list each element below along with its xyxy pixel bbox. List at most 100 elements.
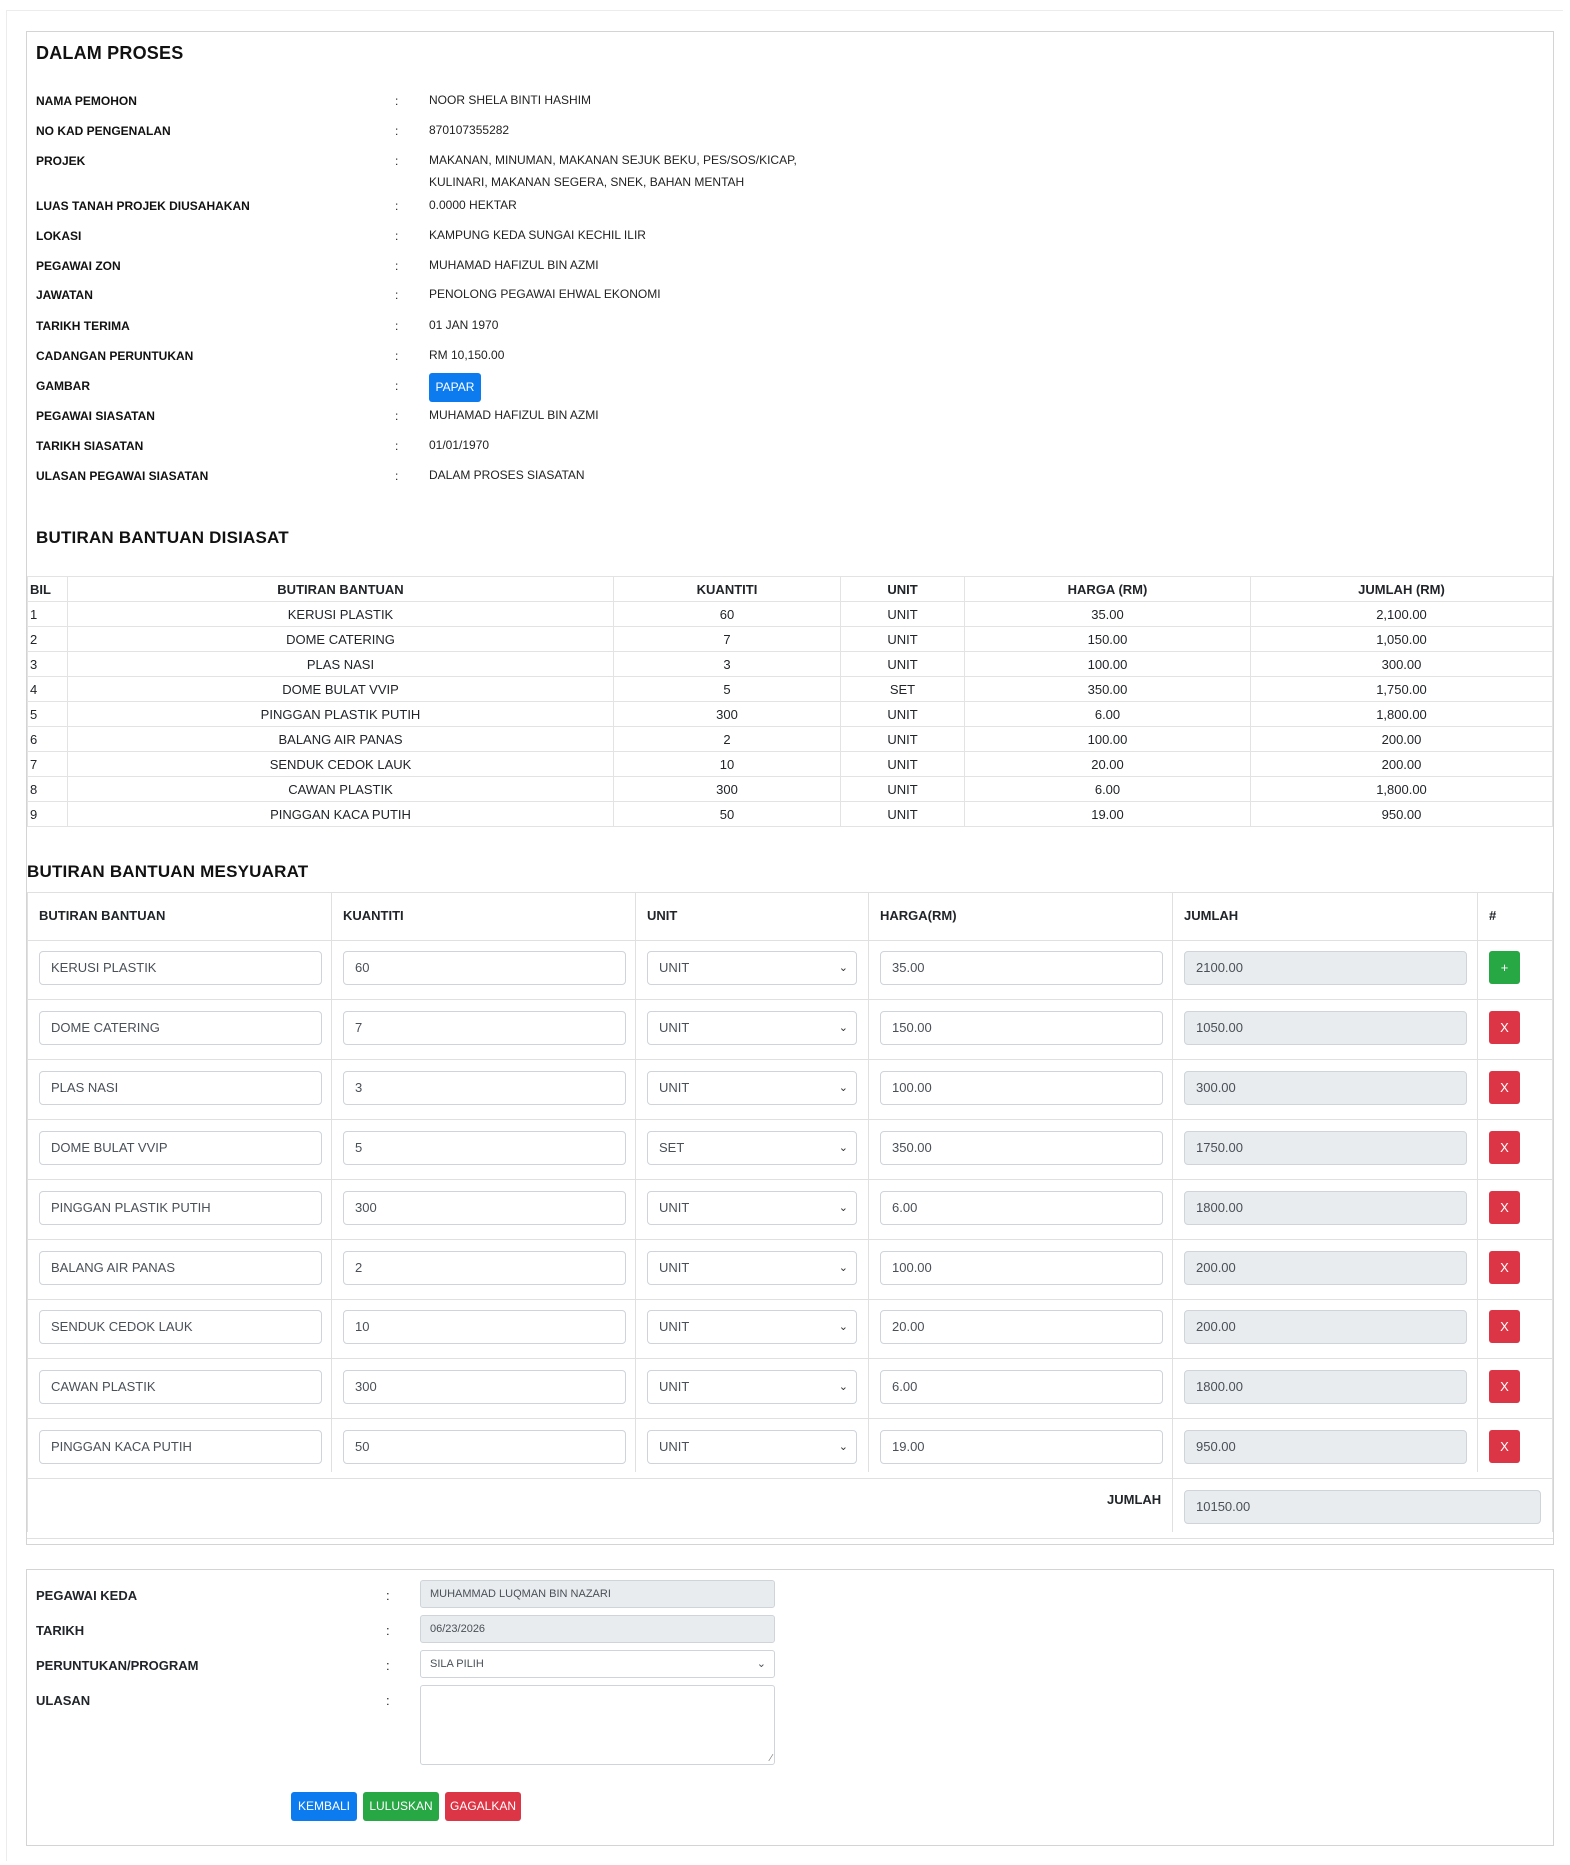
unit-select[interactable]: UNIT ⌄ bbox=[647, 1430, 857, 1465]
chevron-down-icon: ⌄ bbox=[838, 1081, 848, 1094]
resize-handle-icon[interactable]: ∕ bbox=[770, 1754, 772, 1764]
price-input[interactable]: 100.00 bbox=[880, 1070, 1163, 1105]
quantity-input[interactable]: 3 bbox=[343, 1070, 626, 1105]
quantity-input[interactable]: 300 bbox=[343, 1190, 626, 1225]
ulasan-textarea[interactable]: ∕ bbox=[420, 1685, 775, 1765]
cell-butiran: KERUSI PLASTIK bbox=[67, 601, 614, 627]
price-input[interactable]: 6.00 bbox=[880, 1190, 1163, 1225]
remove-row-button[interactable]: X bbox=[1489, 1250, 1520, 1284]
info-value: 01 JAN 1970 bbox=[429, 318, 499, 332]
colon: : bbox=[395, 409, 399, 423]
item-input[interactable]: PINGGAN KACA PUTIH bbox=[39, 1430, 322, 1465]
colon: : bbox=[395, 229, 399, 243]
tarikh-label: TARIKH bbox=[36, 1623, 85, 1638]
cell-unit: UNIT bbox=[840, 701, 965, 727]
remove-row-button[interactable]: X bbox=[1489, 1370, 1520, 1404]
item-input[interactable]: DOME CATERING bbox=[39, 1010, 322, 1045]
remove-row-button[interactable]: X bbox=[1489, 1010, 1520, 1044]
total-field[interactable]: 2100.00 bbox=[1184, 951, 1467, 985]
unit-select[interactable]: UNIT ⌄ bbox=[647, 1370, 857, 1405]
cell-harga: 150.00 bbox=[964, 626, 1251, 652]
remove-row-button[interactable]: X bbox=[1489, 1430, 1520, 1464]
total-field[interactable]: 200.00 bbox=[1184, 1250, 1467, 1285]
total-field[interactable]: 200.00 bbox=[1184, 1310, 1467, 1345]
total-field[interactable]: 300.00 bbox=[1184, 1070, 1467, 1105]
cell-kuantiti: 300 bbox=[613, 776, 841, 802]
total-field[interactable]: 1750.00 bbox=[1184, 1130, 1467, 1165]
item-input[interactable]: KERUSI PLASTIK bbox=[39, 951, 322, 985]
cell-jumlah: 1,750.00 bbox=[1250, 676, 1553, 702]
total-field[interactable]: 1800.00 bbox=[1184, 1370, 1467, 1405]
cell-unit: SET bbox=[840, 676, 965, 702]
unit-select-value: UNIT bbox=[659, 960, 690, 975]
remove-row-button[interactable]: X bbox=[1489, 1190, 1520, 1224]
price-input[interactable]: 150.00 bbox=[880, 1010, 1163, 1045]
unit-select[interactable]: UNIT ⌄ bbox=[647, 1310, 857, 1345]
table-row: PLAS NASI 3 UNIT ⌄ 100.00 300.00 X bbox=[27, 1060, 1553, 1120]
unit-select[interactable]: SET ⌄ bbox=[647, 1130, 857, 1165]
price-input[interactable]: 6.00 bbox=[880, 1370, 1163, 1405]
unit-select[interactable]: UNIT ⌄ bbox=[647, 951, 857, 985]
col-unit: UNIT bbox=[840, 576, 965, 602]
item-input[interactable]: PLAS NASI bbox=[39, 1070, 322, 1105]
price-input[interactable]: 20.00 bbox=[880, 1310, 1163, 1345]
quantity-input[interactable]: 7 bbox=[343, 1010, 626, 1045]
table-row: 7 SENDUK CEDOK LAUK 10 UNIT 20.00 200.00 bbox=[27, 751, 1553, 777]
unit-select[interactable]: UNIT ⌄ bbox=[647, 1190, 857, 1225]
info-label: LOKASI bbox=[36, 229, 82, 243]
info-value: 0.0000 HEKTAR bbox=[429, 198, 517, 212]
quantity-input[interactable]: 50 bbox=[343, 1430, 626, 1465]
remove-row-button[interactable]: X bbox=[1489, 1070, 1520, 1104]
item-input[interactable]: SENDUK CEDOK LAUK bbox=[39, 1310, 322, 1345]
approve-button[interactable]: LULUSKAN bbox=[363, 1792, 439, 1821]
add-row-button[interactable]: + bbox=[1489, 951, 1520, 984]
cell-kuantiti: 3 bbox=[613, 651, 841, 677]
item-input[interactable]: DOME BULAT VVIP bbox=[39, 1130, 322, 1165]
info-value: PENOLONG PEGAWAI EHWAL EKONOMI bbox=[429, 287, 661, 301]
cell-unit: UNIT bbox=[840, 726, 965, 752]
cell-kuantiti: 7 bbox=[613, 626, 841, 652]
quantity-input[interactable]: 5 bbox=[343, 1130, 626, 1165]
quantity-input[interactable]: 10 bbox=[343, 1310, 626, 1345]
total-field[interactable]: 950.00 bbox=[1184, 1430, 1467, 1465]
price-input[interactable]: 35.00 bbox=[880, 951, 1163, 985]
price-input[interactable]: 350.00 bbox=[880, 1130, 1163, 1165]
price-input[interactable]: 19.00 bbox=[880, 1430, 1163, 1465]
pegawai-keda-field[interactable]: MUHAMMAD LUQMAN BIN NAZARI bbox=[420, 1580, 775, 1608]
table-row: KERUSI PLASTIK 60 UNIT ⌄ 35.00 2100.00 + bbox=[27, 940, 1553, 1000]
program-select-value: SILA PILIH bbox=[430, 1658, 484, 1670]
unit-select[interactable]: UNIT ⌄ bbox=[647, 1070, 857, 1105]
quantity-input[interactable]: 2 bbox=[343, 1250, 626, 1285]
remove-row-button[interactable]: X bbox=[1489, 1310, 1520, 1344]
unit-select[interactable]: UNIT ⌄ bbox=[647, 1010, 857, 1045]
papar-button[interactable]: PAPAR bbox=[429, 373, 481, 402]
tarikh-field[interactable]: 06/23/2026 bbox=[420, 1615, 775, 1643]
colon: : bbox=[386, 1693, 390, 1708]
cell-harga: 20.00 bbox=[964, 751, 1251, 777]
chevron-down-icon: ⌄ bbox=[838, 1261, 848, 1274]
info-row: JAWATAN: PENOLONG PEGAWAI EHWAL EKONOMI bbox=[36, 287, 1436, 310]
quantity-input[interactable]: 60 bbox=[343, 951, 626, 985]
grand-total-field[interactable]: 10150.00 bbox=[1184, 1490, 1541, 1524]
total-field[interactable]: 1050.00 bbox=[1184, 1010, 1467, 1045]
info-label: NO KAD PENGENALAN bbox=[36, 124, 171, 138]
cell-butiran: PINGGAN KACA PUTIH bbox=[67, 801, 614, 827]
total-field[interactable]: 1800.00 bbox=[1184, 1190, 1467, 1225]
program-select[interactable]: SILA PILIH ⌄ bbox=[420, 1650, 775, 1678]
quantity-input[interactable]: 300 bbox=[343, 1370, 626, 1405]
remove-row-button[interactable]: X bbox=[1489, 1130, 1520, 1164]
item-input[interactable]: PINGGAN PLASTIK PUTIH bbox=[39, 1190, 322, 1225]
back-button[interactable]: KEMBALI bbox=[291, 1792, 357, 1821]
disiasat-title: BUTIRAN BANTUAN DISIASAT bbox=[36, 528, 289, 547]
item-input[interactable]: BALANG AIR PANAS bbox=[39, 1250, 322, 1285]
total-row: JUMLAH 10150.00 bbox=[27, 1479, 1553, 1539]
colon: : bbox=[395, 154, 399, 168]
cell-kuantiti: 5 bbox=[613, 676, 841, 702]
chevron-down-icon: ⌄ bbox=[838, 1381, 848, 1394]
price-input[interactable]: 100.00 bbox=[880, 1250, 1163, 1285]
reject-button[interactable]: GAGALKAN bbox=[445, 1792, 521, 1821]
cell-jumlah: 200.00 bbox=[1250, 726, 1553, 752]
item-input[interactable]: CAWAN PLASTIK bbox=[39, 1370, 322, 1405]
mesyuarat-title: BUTIRAN BANTUAN MESYUARAT bbox=[27, 862, 309, 881]
unit-select[interactable]: UNIT ⌄ bbox=[647, 1250, 857, 1285]
